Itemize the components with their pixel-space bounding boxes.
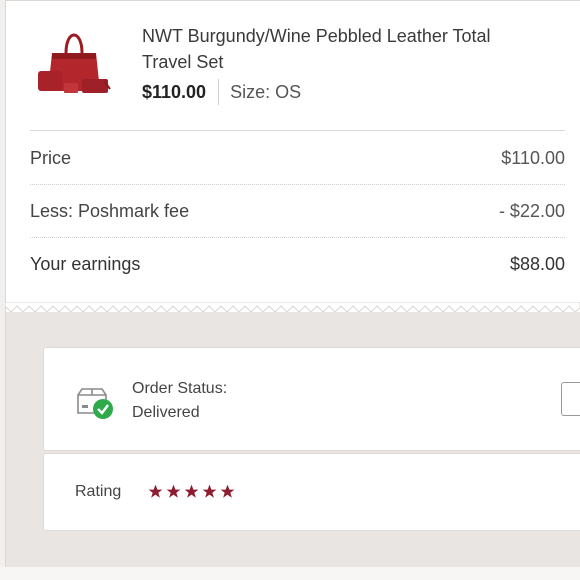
price-size-divider — [218, 79, 220, 105]
order-status-label: Order Status: — [132, 380, 228, 397]
summary-row-price: Price $110.00 — [30, 132, 565, 185]
order-status-text: Order Status: Delivered — [132, 377, 227, 425]
rating-label: Rating — [75, 483, 122, 500]
summary-row-fee: Less: Poshmark fee - $22.00 — [30, 185, 565, 238]
summary-label: Price — [30, 147, 72, 168]
order-status-value: Delivered — [132, 404, 200, 421]
rating-stars — [148, 484, 235, 499]
summary-label: Your earnings — [30, 253, 141, 274]
summary-row-earnings: Your earnings $88.00 — [30, 238, 565, 290]
star-icon — [184, 484, 199, 498]
summary-amount: $110.00 — [501, 147, 565, 168]
summary-amount: $88.00 — [509, 253, 565, 274]
status-action-button[interactable] — [561, 382, 580, 416]
order-receipt: NWT Burgundy/Wine Pebbled Leather Total … — [5, 0, 580, 312]
page-bottom-strip — [0, 567, 580, 580]
star-icon — [148, 484, 163, 498]
price-size-row: $110.00 Size: OS — [142, 79, 301, 105]
order-status-card: Order Status: Delivered — [43, 347, 580, 451]
product-image[interactable] — [30, 19, 116, 103]
package-delivered-icon — [77, 388, 113, 419]
star-icon — [220, 484, 235, 498]
receipt-torn-edge — [5, 302, 580, 313]
star-icon — [166, 484, 181, 498]
summary-divider — [30, 130, 565, 131]
product-price: $110.00 — [142, 81, 207, 102]
summary-amount: - $22.00 — [498, 200, 565, 221]
product-size: Size: OS — [230, 81, 302, 102]
summary-label: Less: Poshmark fee — [30, 200, 190, 221]
rating-card: Rating — [43, 453, 580, 531]
product-title[interactable]: NWT Burgundy/Wine Pebbled Leather Total … — [142, 23, 542, 75]
star-icon — [202, 484, 217, 498]
